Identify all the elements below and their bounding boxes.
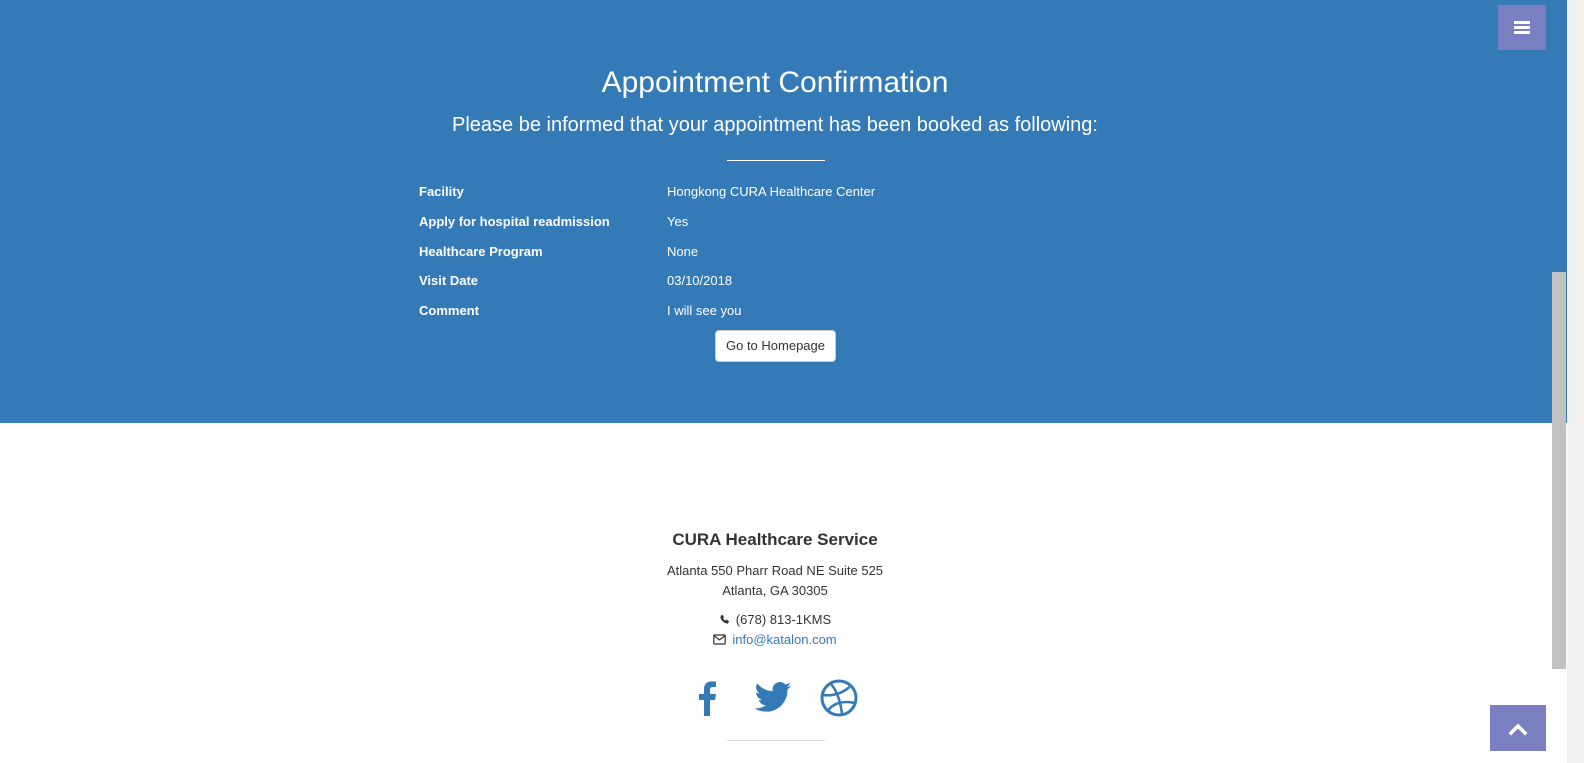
envelope-icon bbox=[713, 633, 727, 648]
footer-divider bbox=[727, 740, 825, 741]
program-value: None bbox=[667, 244, 699, 259]
scroll-to-top-button[interactable] bbox=[1490, 705, 1546, 751]
facebook-icon[interactable] bbox=[688, 678, 728, 718]
detail-label: Apply for hospital readmission bbox=[419, 214, 610, 229]
go-to-homepage-button[interactable]: Go to Homepage bbox=[715, 330, 836, 362]
detail-row-readmission: Apply for hospital readmission Yes bbox=[419, 214, 1119, 244]
confirmation-subtitle: Please be informed that your appointment… bbox=[452, 114, 1098, 136]
detail-label: Healthcare Program bbox=[419, 244, 543, 259]
email-link[interactable]: info@katalon.com bbox=[732, 632, 836, 647]
footer-email: info@katalon.com bbox=[0, 632, 1550, 648]
chevron-up-icon bbox=[1508, 723, 1528, 736]
appointment-confirmation-section: Appointment Confirmation Please be infor… bbox=[0, 0, 1567, 423]
detail-label: Visit Date bbox=[419, 273, 479, 288]
phone-icon bbox=[719, 613, 730, 628]
detail-label: Facility bbox=[419, 184, 464, 199]
page-title: Appointment Confirmation bbox=[601, 66, 949, 99]
facility-value: Hongkong CURA Healthcare Center bbox=[667, 184, 876, 199]
detail-label: Comment bbox=[419, 303, 479, 318]
twitter-icon[interactable] bbox=[753, 678, 793, 718]
scrollbar-track[interactable] bbox=[1567, 0, 1584, 763]
footer-title: CURA Healthcare Service bbox=[672, 530, 878, 549]
phone-number: (678) 813-1KMS bbox=[735, 612, 832, 627]
comment-value: I will see you bbox=[667, 303, 742, 318]
visit-date-value: 03/10/2018 bbox=[667, 273, 733, 288]
scrollbar-thumb[interactable] bbox=[1552, 272, 1566, 669]
readmission-value: Yes bbox=[667, 214, 689, 229]
footer-phone: (678) 813-1KMS bbox=[0, 612, 1550, 628]
detail-row-program: Healthcare Program None bbox=[419, 244, 1119, 274]
dribbble-icon[interactable] bbox=[819, 678, 859, 718]
page-viewport: Appointment Confirmation Please be infor… bbox=[0, 0, 1567, 763]
detail-row-visit-date: Visit Date 03/10/2018 bbox=[419, 273, 1119, 303]
detail-row-facility: Facility Hongkong CURA Healthcare Center bbox=[419, 184, 1119, 214]
detail-row-comment: Comment I will see you bbox=[419, 303, 1119, 333]
footer-address-line1: Atlanta 550 Pharr Road NE Suite 525 bbox=[666, 563, 884, 578]
footer-address-line2: Atlanta, GA 30305 bbox=[722, 583, 828, 598]
menu-toggle-button[interactable] bbox=[1498, 5, 1546, 50]
section-divider bbox=[727, 160, 825, 161]
